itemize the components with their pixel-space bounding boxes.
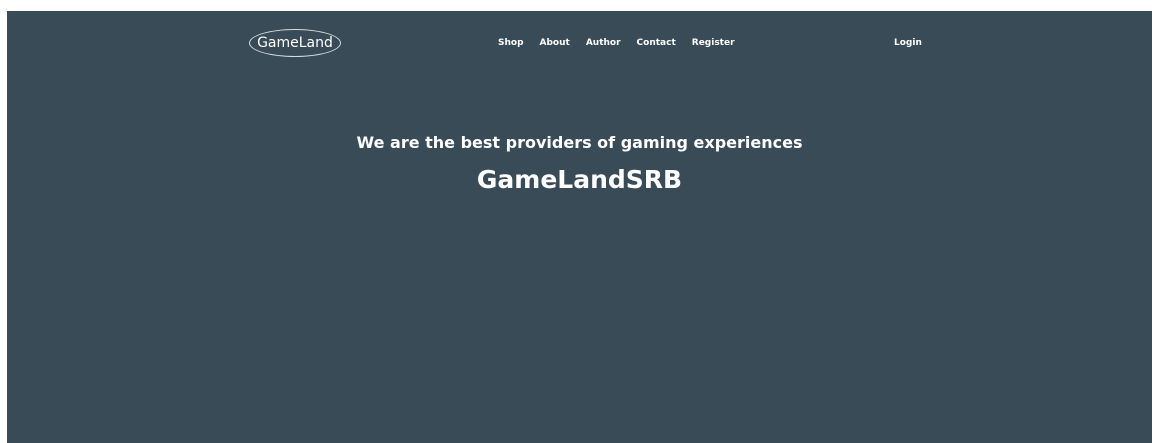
logo-text: GameLand bbox=[257, 35, 333, 51]
logo-link[interactable]: GameLand bbox=[249, 29, 341, 57]
nav-about[interactable]: About bbox=[540, 37, 570, 49]
nav-author[interactable]: Author bbox=[586, 37, 621, 49]
main-nav: Shop About Author Contact Register bbox=[498, 37, 735, 49]
nav-shop[interactable]: Shop bbox=[498, 37, 524, 49]
hero-section: We are the best providers of gaming expe… bbox=[7, 131, 1152, 197]
login-link[interactable]: Login bbox=[894, 37, 922, 49]
nav-contact[interactable]: Contact bbox=[637, 37, 676, 49]
hero-tagline: We are the best providers of gaming expe… bbox=[356, 133, 803, 152]
page-container: GameLand Shop About Author Contact Regis… bbox=[7, 11, 1152, 443]
hero-brand-title: GameLandSRB bbox=[476, 165, 683, 194]
nav-register[interactable]: Register bbox=[692, 37, 735, 49]
